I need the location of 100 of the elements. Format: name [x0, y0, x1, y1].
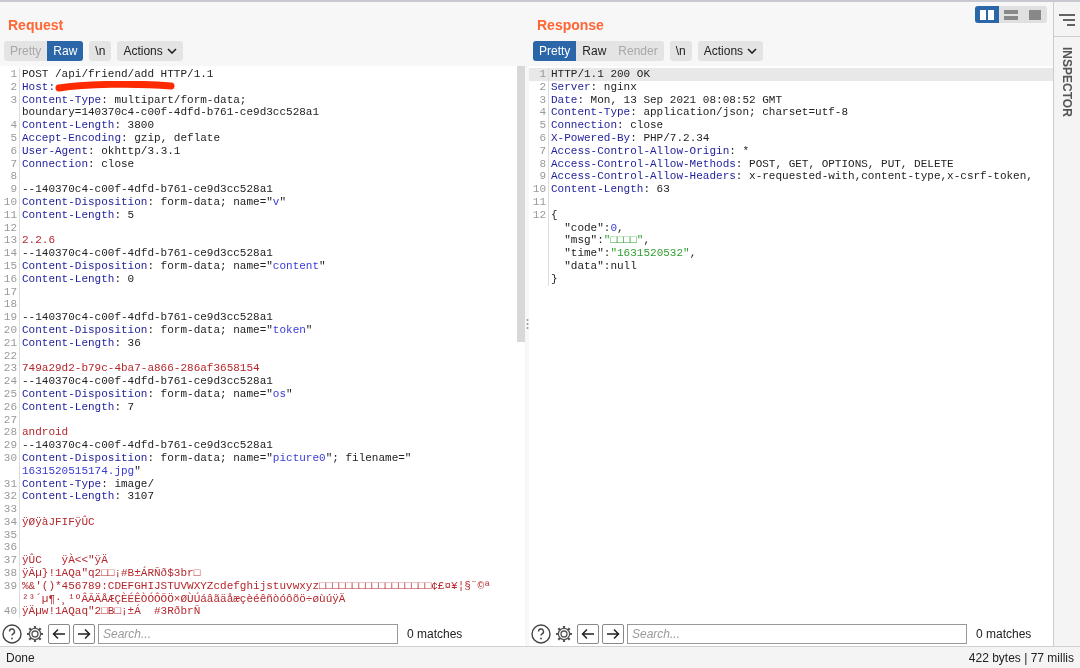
line-number: 3: [538, 93, 547, 107]
settings-icon[interactable]: [554, 624, 574, 644]
line-number: 22: [2, 349, 18, 363]
code-line: 29 --140370c4-c00f-4dfd-b761-ce9d3cc528a1: [0, 439, 517, 452]
line-number: 36: [2, 541, 18, 555]
next-button[interactable]: [602, 624, 624, 644]
chevron-down-icon: [747, 48, 758, 54]
chevron-down-icon: [166, 48, 177, 54]
line-number: 20: [2, 323, 18, 337]
line-number: 19: [2, 311, 18, 324]
code-line: 30 Content-Disposition: form-data; name="picture0"; filename=" 1631520515174.jpg": [0, 451, 517, 478]
pane-title: Request: [8, 15, 64, 35]
search-field[interactable]: Search...: [627, 624, 967, 644]
code-line: 2 Host:: [0, 80, 517, 94]
line-number: 12: [2, 221, 18, 235]
line-number: 38: [2, 567, 18, 580]
line-number: 5: [538, 119, 547, 132]
splitter-handle-icon[interactable]: [525, 318, 529, 330]
code-line: 32 Content-Length: 3107: [0, 490, 517, 504]
line-number: 17: [2, 285, 18, 299]
line-number: 5: [9, 132, 18, 145]
split-columns-icon: [980, 9, 994, 20]
line-number: 26: [2, 400, 18, 414]
line-number: 39: [2, 579, 18, 593]
line-number: 21: [2, 336, 18, 350]
settings-icon[interactable]: [25, 624, 45, 644]
help-icon[interactable]: [2, 624, 22, 644]
arrow-left-icon: [581, 628, 595, 640]
code-line: 34 ÿØÿàJFIFÿÛC: [0, 515, 517, 529]
line-number: 24: [2, 375, 18, 388]
code-line: 25 Content-Disposition: form-data; name="os": [0, 387, 517, 401]
line-number: 15: [2, 259, 18, 273]
code-line: 38 ÿÄµ}!1AQa"q2□□¡#B±ÁRÑð$3br□: [0, 567, 517, 580]
previous-button[interactable]: [577, 624, 599, 644]
code-editor[interactable]: [0, 66, 525, 622]
inspector-sidebar[interactable]: INSPECTOR: [1053, 2, 1080, 646]
code-line: 31 Content-Type: image/: [0, 477, 517, 491]
arrow-right-icon: [77, 628, 91, 640]
line-number: 4: [9, 119, 18, 132]
line-number: 30: [2, 451, 18, 465]
line-number: 8: [9, 170, 18, 184]
actions-dropdown[interactable]: Actions: [117, 41, 183, 61]
line-number: 6: [9, 144, 18, 158]
line-number: 23: [2, 362, 18, 376]
match-count: 0 matches: [976, 626, 1032, 643]
line-number: 10: [531, 183, 547, 196]
line-number: 16: [2, 272, 18, 286]
line-number: 1: [9, 68, 18, 81]
line-number: 11: [2, 208, 18, 222]
line-number: 12: [531, 208, 547, 222]
code-line: 23 749a29d2-b79c-4ba7-a866-286af3658154: [0, 362, 517, 376]
line-number: 6: [538, 132, 547, 145]
line-number: 27: [2, 413, 18, 427]
view-tab[interactable]: Raw: [576, 41, 613, 61]
line-number: 25: [2, 387, 18, 401]
line-number: 29: [2, 439, 18, 452]
line-number: 31: [2, 477, 18, 491]
line-number: 2: [538, 80, 547, 94]
scrollbar[interactable]: [517, 66, 525, 342]
line-number: 40: [2, 605, 18, 619]
line-number: 33: [2, 503, 18, 516]
newline-toggle[interactable]: \n: [669, 41, 692, 61]
line-number: 8: [538, 157, 547, 171]
single-pane-icon: [1029, 9, 1041, 20]
inspector-label: INSPECTOR: [1059, 47, 1075, 117]
view-tab[interactable]: Raw: [47, 41, 84, 61]
line-number: 11: [531, 195, 547, 209]
response-stats: 422 bytes | 77 millis: [968, 649, 1074, 667]
line-number: 9: [538, 170, 547, 184]
line-number: 35: [2, 528, 18, 542]
line-number: 37: [2, 554, 18, 568]
arrow-left-icon: [52, 628, 66, 640]
code-line: 28 android: [0, 426, 517, 440]
line-number: 10: [2, 195, 18, 209]
next-button[interactable]: [73, 624, 95, 644]
line-number: 9: [9, 183, 18, 196]
newline-toggle[interactable]: \n: [89, 41, 112, 61]
pane-title: Response: [537, 15, 604, 35]
layout-toggle[interactable]: [975, 6, 999, 23]
status-text: Done: [6, 649, 35, 667]
line-number: 14: [2, 247, 18, 260]
line-number: 7: [9, 157, 18, 171]
help-icon[interactable]: [531, 624, 551, 644]
line-number: 18: [2, 298, 18, 312]
actions-dropdown[interactable]: Actions: [697, 41, 764, 61]
view-tab[interactable]: Pretty: [533, 41, 577, 61]
match-count: 0 matches: [407, 626, 463, 643]
search-field[interactable]: Search...: [98, 624, 398, 644]
line-number: 7: [538, 144, 547, 158]
line-number: 1: [538, 68, 547, 81]
line-number: 13: [2, 234, 18, 248]
code-line: 24 --140370c4-c00f-4dfd-b761-ce9d3cc528a1: [0, 375, 517, 388]
line-number: 32: [2, 490, 18, 504]
previous-button[interactable]: [48, 624, 70, 644]
line-number: 2: [9, 80, 18, 94]
split-rows-icon: [1004, 9, 1018, 20]
line-number: 3: [9, 93, 18, 107]
line-number: 34: [2, 515, 18, 529]
code-line: 40 ÿÄµw!1AQaq"2□B□¡±Á #3RðbrÑ: [0, 605, 517, 619]
menu-icon[interactable]: [1059, 14, 1075, 26]
